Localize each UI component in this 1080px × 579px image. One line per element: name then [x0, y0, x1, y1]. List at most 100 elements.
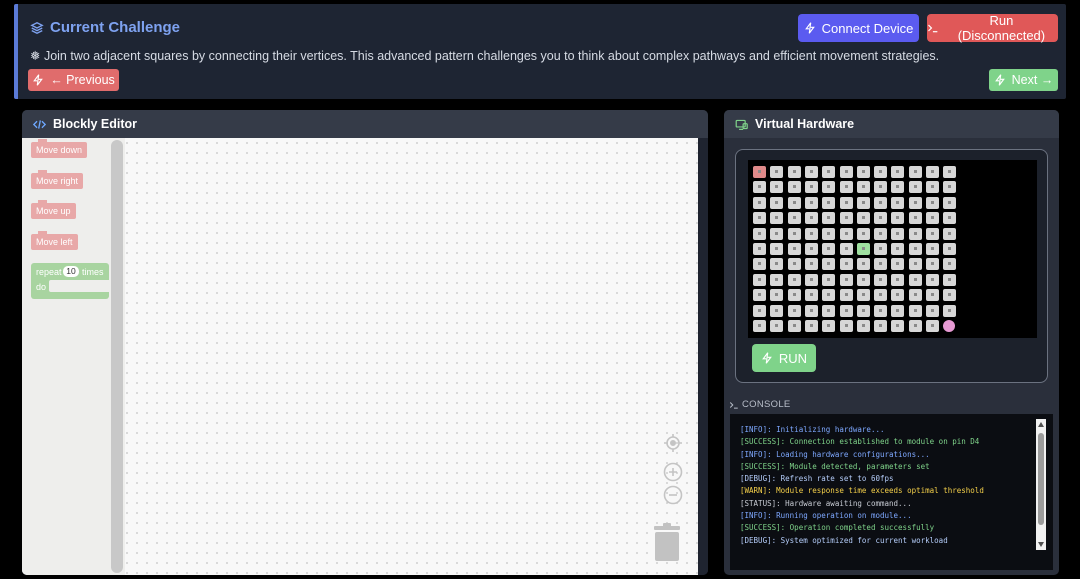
led-cell [926, 304, 939, 317]
zoom-in-icon[interactable] [663, 462, 683, 482]
led-cell [787, 258, 801, 271]
led-cell [891, 320, 905, 332]
led-cell [839, 166, 853, 178]
move-up-block[interactable]: Move up [31, 200, 76, 219]
led-cell [753, 243, 766, 255]
zoom-out-icon[interactable] [663, 485, 683, 505]
led-cell [804, 289, 818, 302]
run-disconnected-button[interactable]: Run (Disconnected) [927, 13, 1058, 43]
led-cell [787, 289, 801, 302]
led-cell [856, 289, 870, 302]
led-cell [822, 227, 836, 240]
led-cell [839, 320, 853, 332]
led-cell [926, 243, 939, 255]
terminal-icon [928, 24, 938, 33]
led-cell [822, 166, 836, 178]
move-left-block[interactable]: Move left [31, 231, 78, 250]
led-cell [804, 166, 818, 178]
led-cell [770, 196, 784, 209]
led-cell [908, 304, 922, 317]
challenge-banner: Current Challenge ❅ Join two adjacent sq… [14, 4, 1066, 99]
led-cell [753, 273, 766, 286]
console-line: [INFO]: Loading hardware configurations.… [740, 449, 930, 459]
led-cell [908, 196, 922, 209]
led-cell [891, 227, 905, 240]
flyout-scrollbar[interactable] [111, 140, 123, 573]
terminal-icon [729, 401, 738, 409]
led-cell [908, 243, 922, 255]
led-cell [856, 227, 870, 240]
led-cell [770, 320, 784, 332]
led-cell [804, 212, 818, 225]
hardware-display: RUN [735, 149, 1048, 383]
bolt-icon [804, 22, 815, 34]
connect-device-button[interactable]: Connect Device [798, 14, 919, 42]
led-cell [926, 320, 939, 332]
led-cell [908, 273, 922, 286]
led-cell [753, 212, 766, 225]
led-cell [856, 212, 870, 225]
run-disconnected-label: Run (Disconnected) [957, 13, 1046, 43]
led-cell [943, 196, 957, 209]
led-cell [943, 166, 957, 178]
bolt-icon [762, 352, 772, 364]
led-cell [874, 181, 888, 194]
move-right-block[interactable]: Move right [31, 170, 84, 189]
bolt-icon [994, 74, 1005, 86]
led-cell [804, 258, 818, 271]
challenge-description: ❅ Join two adjacent squares by connectin… [30, 49, 940, 63]
led-cell [787, 273, 801, 286]
led-cell [839, 258, 853, 271]
led-cell [770, 243, 784, 255]
repeat-count-field[interactable]: 10 [63, 266, 79, 277]
console-scrollbar[interactable] [1036, 419, 1046, 550]
led-cell [839, 181, 853, 194]
led-cell [822, 196, 836, 209]
next-label: Next → [1011, 73, 1054, 87]
led-cell [891, 273, 905, 286]
scroll-up-icon[interactable] [1038, 422, 1044, 427]
led-cell [874, 227, 888, 240]
led-cell [891, 289, 905, 302]
led-cell [822, 258, 836, 271]
run-button[interactable]: RUN [752, 344, 816, 372]
led-cell [926, 258, 939, 271]
console-label: CONSOLE [742, 399, 791, 410]
led-cell [804, 227, 818, 240]
scroll-down-icon[interactable] [1038, 542, 1044, 547]
led-cell [891, 212, 905, 225]
led-cell [753, 258, 766, 271]
led-cell [856, 320, 870, 332]
led-cell [856, 273, 870, 286]
repeat-statement-slot [49, 280, 109, 292]
trash-icon[interactable] [652, 523, 682, 561]
console-line: [INFO]: Running operation on module... [740, 511, 912, 521]
workspace-scrollbar[interactable] [698, 138, 708, 575]
connect-device-label: Connect Device [821, 20, 914, 36]
led-cell [908, 166, 922, 178]
move-down-block[interactable]: Move down [31, 139, 88, 158]
led-cell [908, 320, 922, 332]
console-output: [INFO]: Initializing hardware... [SUCCESS… [730, 414, 1053, 570]
led-cell [822, 212, 836, 225]
console-line: [DEBUG]: System optimized for current wo… [740, 535, 948, 545]
led-cell [856, 304, 870, 317]
led-cell [787, 166, 801, 178]
editor-header: Blockly Editor [22, 110, 708, 138]
led-cell [891, 181, 905, 194]
console-scroll-thumb[interactable] [1038, 433, 1044, 525]
led-cell [874, 289, 888, 302]
led-cell [839, 196, 853, 209]
led-cell [804, 273, 818, 286]
repeat-block[interactable]: repeat 10 times do [31, 263, 109, 299]
previous-button[interactable]: ← Previous [28, 69, 119, 91]
recenter-icon[interactable] [663, 433, 683, 453]
led-cell [908, 181, 922, 194]
led-cell [874, 196, 888, 209]
led-cell [839, 289, 853, 302]
next-button[interactable]: Next → [989, 69, 1058, 91]
led-cell [770, 289, 784, 302]
led-cell [753, 304, 766, 317]
led-cell [787, 320, 801, 332]
blockly-workspace[interactable]: Move down Move right Move up Move left r… [22, 138, 698, 575]
